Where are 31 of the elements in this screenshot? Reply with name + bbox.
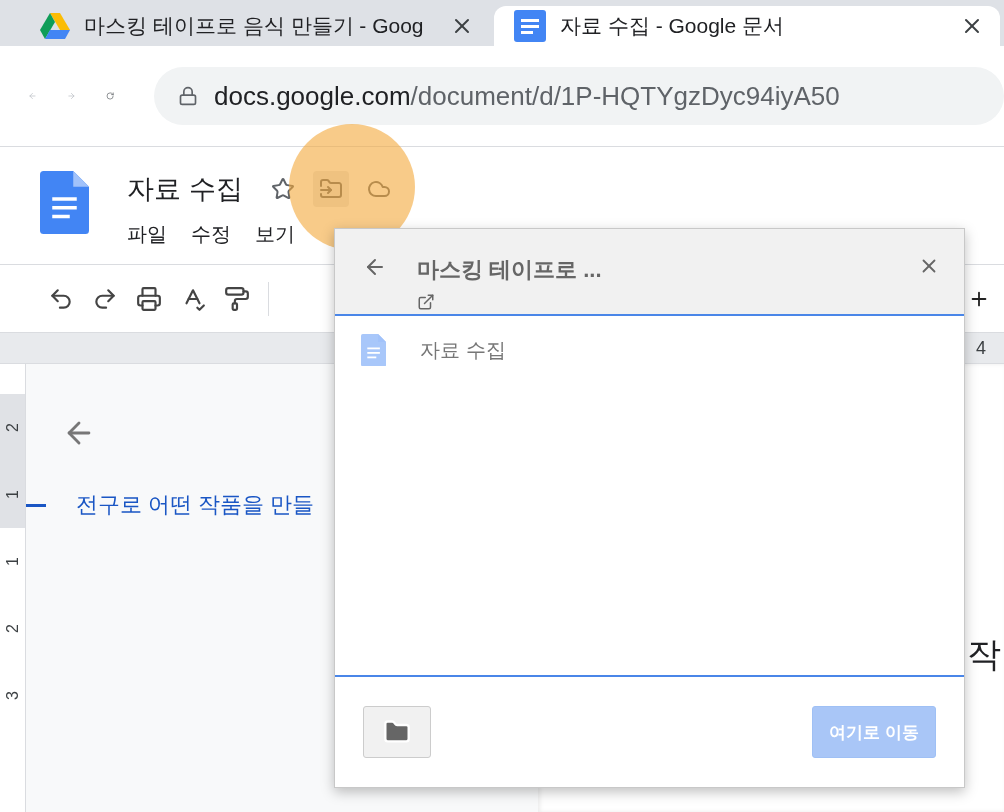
tab-title: 마스킹 테이프로 음식 만들기 - Goog xyxy=(84,13,425,39)
print-icon[interactable] xyxy=(136,285,162,312)
ruler-number: 3 xyxy=(2,690,22,702)
url-text: docs.google.com/document/d/1P-HQTYgzDyc94iyA50 xyxy=(214,80,840,112)
open-external-icon[interactable] xyxy=(417,293,435,311)
docs-logo-icon xyxy=(514,10,546,42)
drive-logo-icon xyxy=(40,13,70,39)
new-folder-button[interactable] xyxy=(363,706,431,758)
ruler-number: 1 xyxy=(2,556,22,568)
page-text: 작 xyxy=(967,634,1001,675)
menu-item[interactable]: 파일 xyxy=(127,221,167,248)
paint-format-icon[interactable] xyxy=(224,285,250,312)
docs-logo-icon xyxy=(40,171,89,234)
ruler-number: 1 xyxy=(0,461,25,528)
browser-tab[interactable]: 자료 수집 - Google 문서 xyxy=(494,6,1000,46)
tab-title: 자료 수집 - Google 문서 xyxy=(560,13,786,39)
folder-name: 마스킹 테이프로 ... xyxy=(417,256,603,284)
docs-logo-icon xyxy=(361,334,387,367)
outline-heading[interactable]: 전구로 어떤 작품을 만들 xyxy=(76,490,315,520)
ruler-number: 4 xyxy=(976,337,986,359)
folder-arrow-icon xyxy=(318,177,343,201)
ruler-number: 2 xyxy=(2,623,22,635)
lock-icon xyxy=(178,86,198,106)
star-icon[interactable] xyxy=(270,177,295,201)
ruler-number: 2 xyxy=(0,394,25,461)
file-name[interactable]: 자료 수집 xyxy=(420,336,506,364)
menu-item[interactable]: 수정 xyxy=(191,221,231,248)
document-title[interactable]: 자료 수집 xyxy=(127,171,243,207)
browser-tab[interactable]: 마스킹 테이프로 음식 만들기 - Goog xyxy=(20,6,490,46)
menu-item[interactable]: 보기 xyxy=(255,221,295,248)
address-bar[interactable]: docs.google.com/document/d/1P-HQTYgzDyc94iyA50 xyxy=(154,67,1004,125)
